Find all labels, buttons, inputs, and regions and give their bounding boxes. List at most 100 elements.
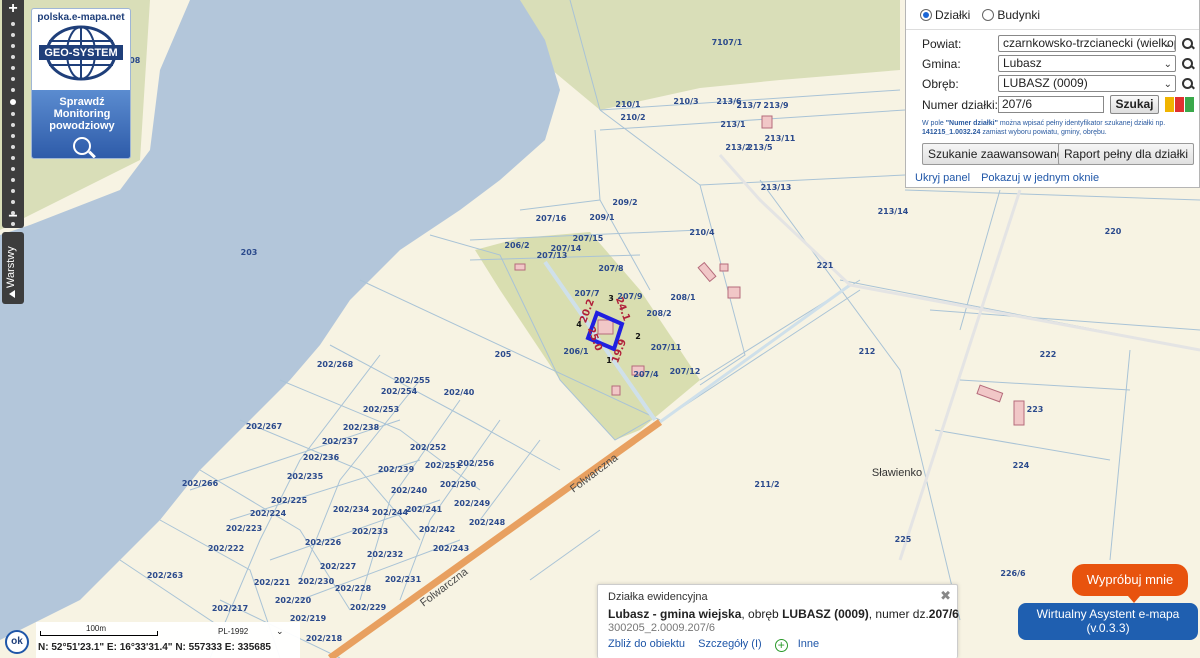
parcel-label[interactable]: 203 xyxy=(241,248,258,257)
single-window-link[interactable]: Pokazuj w jednym oknie xyxy=(981,172,1099,184)
parcel-label[interactable]: 211/2 xyxy=(754,480,779,489)
parcel-label[interactable]: 205 xyxy=(495,350,512,359)
try-me-button[interactable]: Wypróbuj mnie xyxy=(1072,564,1188,603)
search-icon[interactable] xyxy=(1182,78,1194,90)
parcel-label[interactable]: 202/255 xyxy=(394,376,431,385)
hide-panel-link[interactable]: Ukryj panel xyxy=(915,172,970,184)
parcel-label[interactable]: 202/226 xyxy=(305,538,342,547)
parcel-label[interactable]: 202/220 xyxy=(275,596,312,605)
obreb-select[interactable]: LUBASZ (0009) ⌄ xyxy=(998,75,1176,92)
parcel-label[interactable]: 226/6 xyxy=(1000,569,1026,578)
crs-select[interactable]: PL-1992 xyxy=(218,627,248,636)
chevron-down-icon[interactable]: ⌄ xyxy=(276,626,284,637)
parcel-label[interactable]: 202/218 xyxy=(306,634,343,643)
parcel-label[interactable]: 202/223 xyxy=(226,524,262,533)
parcel-label[interactable]: 202/267 xyxy=(246,422,282,431)
parcel-label[interactable]: 202/266 xyxy=(182,479,219,488)
parcel-label[interactable]: 207/7 xyxy=(574,289,599,298)
radio-dzialki[interactable]: Działki xyxy=(920,8,970,22)
parcel-label[interactable]: 202/254 xyxy=(381,387,418,396)
zoom-in-button[interactable]: + xyxy=(2,0,24,18)
parcel-label[interactable]: 207/13 xyxy=(537,251,568,260)
full-report-button[interactable]: Raport pełny dla działki xyxy=(1058,143,1195,165)
parcel-label[interactable]: 202/232 xyxy=(367,550,403,559)
parcel-label[interactable]: 210/2 xyxy=(620,113,645,122)
layers-tab[interactable]: Warstwy xyxy=(2,232,24,304)
parcel-label[interactable]: 206/1 xyxy=(563,347,589,356)
parcel-label[interactable]: 225 xyxy=(895,535,912,544)
parcel-label[interactable]: 210/4 xyxy=(689,228,715,237)
parcel-label[interactable]: 202/229 xyxy=(350,603,387,612)
parcel-label[interactable]: 202/236 xyxy=(303,453,340,462)
parcel-label[interactable]: 213/1 xyxy=(720,120,746,129)
parcel-label[interactable]: 220 xyxy=(1105,227,1122,236)
parcel-label[interactable]: 202/238 xyxy=(343,423,380,432)
gmina-select[interactable]: Lubasz ⌄ xyxy=(998,55,1176,72)
parcel-label[interactable]: 202/239 xyxy=(378,465,415,474)
parcel-label[interactable]: 202/240 xyxy=(391,486,428,495)
parcel-label[interactable]: 202/241 xyxy=(406,505,443,514)
parcel-label[interactable]: 202/225 xyxy=(271,496,308,505)
parcel-label[interactable]: 202/253 xyxy=(363,405,399,414)
plus-icon[interactable]: + xyxy=(774,639,788,652)
parcel-label[interactable]: 206/2 xyxy=(504,241,529,250)
zoom-levels[interactable] xyxy=(2,22,24,237)
parcel-label[interactable]: 202/237 xyxy=(322,437,358,446)
parcel-label[interactable]: 202/256 xyxy=(458,459,495,468)
parcel-label[interactable]: 202/243 xyxy=(433,544,469,553)
parcel-label[interactable]: 202/233 xyxy=(352,527,388,536)
parcel-label[interactable]: 213/11 xyxy=(765,134,796,143)
parcel-label[interactable]: 202/217 xyxy=(212,604,248,613)
parcel-label[interactable]: 7107/1 xyxy=(712,38,743,47)
parcel-label[interactable]: 202/249 xyxy=(454,499,491,508)
search-icon[interactable] xyxy=(1182,38,1194,50)
parcel-label[interactable]: 202/40 xyxy=(444,388,475,397)
parcel-label[interactable]: 207/12 xyxy=(670,367,701,376)
parcel-label[interactable]: 213/9 xyxy=(763,101,789,110)
parcel-label[interactable]: 208/2 xyxy=(646,309,671,318)
parcel-label[interactable]: 224 xyxy=(1013,461,1030,470)
parcel-label[interactable]: 213/5 xyxy=(747,143,773,152)
parcel-label[interactable]: 207/15 xyxy=(573,234,604,243)
parcel-label[interactable]: 202/248 xyxy=(469,518,506,527)
parcel-label[interactable]: 209/1 xyxy=(589,213,615,222)
parcel-label[interactable]: 212 xyxy=(859,347,876,356)
parcel-label[interactable]: 202/252 xyxy=(410,443,446,452)
parcel-label[interactable]: 223 xyxy=(1027,405,1044,414)
virtual-assistant-button[interactable]: Wirtualny Asystent e-mapa (v.0.3.3) xyxy=(1018,603,1198,640)
parcel-label[interactable]: 210/3 xyxy=(673,97,698,106)
zoom-control[interactable]: + − xyxy=(2,0,24,237)
parcel-label[interactable]: 202/224 xyxy=(250,509,287,518)
parcel-label[interactable]: 202/251 xyxy=(425,461,462,470)
parcel-label[interactable]: 222 xyxy=(1040,350,1057,359)
ok-button[interactable]: ok xyxy=(5,630,29,654)
parcel-label[interactable]: 202/263 xyxy=(147,571,183,580)
parcel-label[interactable]: 209/2 xyxy=(612,198,637,207)
geo-system-logo[interactable]: polska.e-mapa.net GEO-SYSTEM Sprawdź Mon… xyxy=(31,8,131,159)
flood-monitoring-link[interactable]: Sprawdź Monitoring powodziowy xyxy=(32,90,130,158)
close-icon[interactable]: ✖ xyxy=(940,588,951,604)
parcel-label[interactable]: 202/268 xyxy=(317,360,354,369)
parcel-label[interactable]: 202/235 xyxy=(287,472,324,481)
parcel-label[interactable]: 202/244 xyxy=(372,508,409,517)
zoom-to-object-link[interactable]: Zbliż do obiektu xyxy=(608,638,685,650)
zoom-out-button[interactable]: − xyxy=(2,208,24,226)
parcel-label[interactable]: 202/222 xyxy=(208,544,244,553)
parcel-label[interactable]: 208/1 xyxy=(670,293,696,302)
other-link[interactable]: Inne xyxy=(798,638,819,650)
parcel-label[interactable]: 202/230 xyxy=(298,577,335,586)
parcel-label[interactable]: 213/13 xyxy=(761,183,792,192)
search-button[interactable]: Szukaj xyxy=(1110,95,1159,114)
parcel-label[interactable]: 202/227 xyxy=(320,562,356,571)
parcel-label[interactable]: 207/8 xyxy=(598,264,624,273)
radio-budynki[interactable]: Budynki xyxy=(982,8,1040,22)
parcel-label[interactable]: 202/242 xyxy=(419,525,455,534)
parcel-label[interactable]: 221 xyxy=(817,261,834,270)
parcel-label[interactable]: 202/234 xyxy=(333,505,370,514)
parcel-label[interactable]: 202/228 xyxy=(335,584,372,593)
parcel-label[interactable]: 213/14 xyxy=(878,207,909,216)
parcel-label[interactable]: 202/250 xyxy=(440,480,477,489)
parcel-label[interactable]: 202/221 xyxy=(254,578,291,587)
search-type-radios[interactable]: Działki Budynki xyxy=(906,0,1199,30)
parcel-number-input[interactable]: 207/6 xyxy=(998,96,1104,113)
